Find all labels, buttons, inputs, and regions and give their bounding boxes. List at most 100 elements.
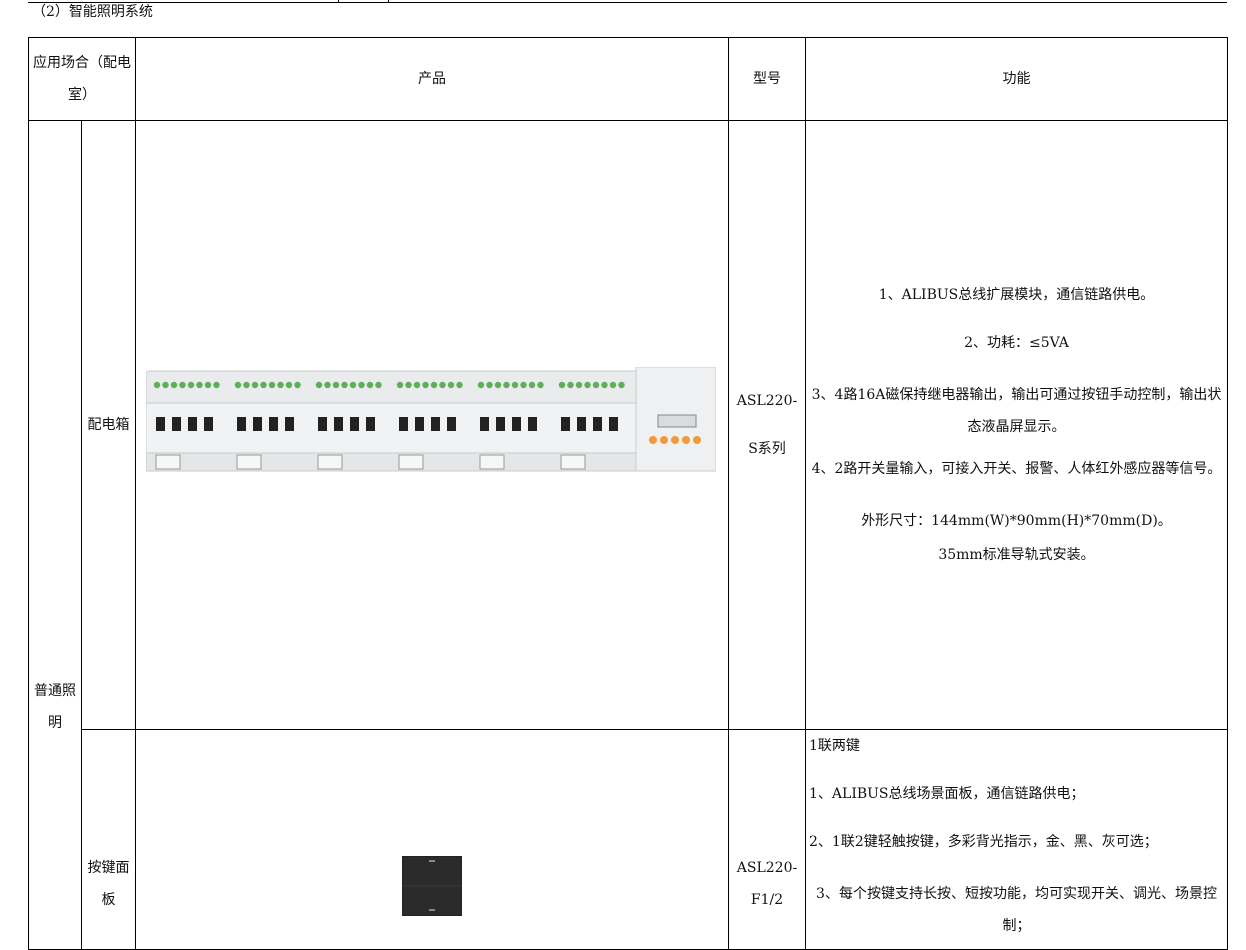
terminal-screw xyxy=(196,381,203,389)
relay-switch xyxy=(334,417,343,431)
relay-switch xyxy=(496,417,505,431)
terminal-screw xyxy=(503,381,510,389)
group-cell: 普通照明 xyxy=(28,120,82,950)
terminal-screw xyxy=(179,381,186,389)
terminal-screw xyxy=(162,381,169,389)
function-line: 4、2路开关量输入，可接入开关、报警、人体红外感应器等信号。 xyxy=(811,461,1222,477)
terminal-screw xyxy=(358,381,365,389)
relay-switch xyxy=(366,417,375,431)
terminal-screw xyxy=(413,381,421,389)
product-cell-panel xyxy=(135,729,729,950)
function-line: 外形尺寸：144mm(W)*90mm(H)*70mm(D)。 xyxy=(861,513,1172,529)
relay-switch xyxy=(609,417,618,431)
group-label: 普通照明 xyxy=(34,683,76,731)
terminal-screw xyxy=(430,381,438,389)
terminal-screw xyxy=(315,381,323,389)
function-cell-row1: 1、ALIBUS总线扩展模块，通信链路供电。 2、功耗：≤5VA 3、4路16A… xyxy=(805,120,1228,730)
model-cell-asl220-s: ASL220-S系列 xyxy=(728,120,806,730)
function-line: 1、ALIBUS总线扩展模块，通信链路供电。 xyxy=(878,287,1155,303)
border-tick xyxy=(338,0,339,2)
relay-switch xyxy=(350,417,359,431)
relay-switch xyxy=(577,417,586,431)
terminal-screw xyxy=(324,381,331,389)
terminal-screw xyxy=(601,381,608,389)
item-cell-distribution-box: 配电箱 xyxy=(81,120,136,730)
header-product-label: 产品 xyxy=(418,71,446,87)
relay-switch xyxy=(447,417,456,431)
terminal-screw xyxy=(187,381,195,389)
terminal-screw xyxy=(213,381,220,389)
function-cell-row2: 1联两键 1、ALIBUS总线场景面板，通信链路供电； 2、1联2键轻触按键，多… xyxy=(805,729,1228,950)
relay-module-image xyxy=(146,367,716,472)
relay-switch xyxy=(528,417,537,431)
relay-switch xyxy=(253,417,262,431)
function-line: 1、ALIBUS总线场景面板，通信链路供电； xyxy=(809,786,1085,802)
din-clip xyxy=(317,454,343,470)
terminal-screw xyxy=(511,381,519,389)
function-line: 2、1联2键轻触按键，多彩背光指示，金、黑、灰可选； xyxy=(809,834,1158,850)
din-clip xyxy=(236,454,262,470)
relay-switch xyxy=(512,417,521,431)
model-label: ASL220-F1/2 xyxy=(736,860,798,908)
relay-switch xyxy=(156,417,165,431)
terminal-screw xyxy=(477,381,485,389)
terminal-screw xyxy=(575,381,583,389)
terminal-screw xyxy=(520,381,527,389)
din-clip xyxy=(479,454,505,470)
function-line: 35mm标准导轨式安装。 xyxy=(938,547,1095,563)
previous-table-border xyxy=(28,0,1227,3)
terminal-screw xyxy=(609,381,617,389)
terminal-screw xyxy=(456,381,463,389)
terminal-screw xyxy=(366,381,374,389)
terminal-screw xyxy=(618,381,625,389)
terminal-screw xyxy=(439,381,446,389)
model-label: ASL220-S系列 xyxy=(736,393,798,457)
terminal-screw xyxy=(558,381,566,389)
terminal-screw xyxy=(567,381,574,389)
terminal-screw xyxy=(234,381,242,389)
terminal-screw xyxy=(592,381,600,389)
terminal-screw xyxy=(405,381,412,389)
terminal-screw xyxy=(349,381,357,389)
terminal-screw xyxy=(204,381,212,389)
relay-switch xyxy=(172,417,181,431)
item-label: 配电箱 xyxy=(87,417,130,433)
terminal-screw xyxy=(294,381,301,389)
terminal-screw xyxy=(422,381,429,389)
header-place: 应用场合（配电室） xyxy=(28,37,136,121)
function-line: 3、每个按键支持长按、短按功能，均可实现开关、调光、场景控制； xyxy=(816,886,1217,934)
din-clip xyxy=(155,454,181,470)
relay-switch xyxy=(399,417,408,431)
header-model-label: 型号 xyxy=(753,71,781,87)
item-cell-key-panel: 按键面板 xyxy=(81,729,136,950)
function-line: 1联两键 xyxy=(809,738,860,754)
terminal-screw xyxy=(251,381,259,389)
header-function-label: 功能 xyxy=(1002,71,1031,87)
terminal-screw xyxy=(447,381,455,389)
din-clip xyxy=(398,454,424,470)
terminal-screw xyxy=(528,381,536,389)
terminal-screw xyxy=(341,381,348,389)
relay-switch xyxy=(593,417,602,431)
terminal-screw xyxy=(396,381,404,389)
function-line: 2、功耗：≤5VA xyxy=(964,335,1069,351)
din-clip xyxy=(560,454,586,470)
relay-switch xyxy=(318,417,327,431)
terminal-screw xyxy=(260,381,267,389)
relay-switch xyxy=(431,417,440,431)
terminal-screw xyxy=(486,381,493,389)
key-panel-image xyxy=(402,856,462,916)
function-line: 3、4路16A磁保持继电器输出，输出可通过按钮手动控制，输出状态液晶屏显示。 xyxy=(811,387,1222,435)
border-tick xyxy=(388,0,389,2)
header-place-label: 应用场合（配电室） xyxy=(33,55,131,103)
header-model: 型号 xyxy=(728,37,806,121)
relay-switch xyxy=(285,417,294,431)
relay-switch xyxy=(204,417,213,431)
relay-switch xyxy=(269,417,278,431)
terminal-screw xyxy=(277,381,284,389)
header-function: 功能 xyxy=(805,37,1228,121)
terminal-screw xyxy=(537,381,544,389)
terminal-screw xyxy=(170,381,178,389)
section-title: （2）智能照明系统 xyxy=(32,4,153,20)
relay-switch xyxy=(415,417,424,431)
